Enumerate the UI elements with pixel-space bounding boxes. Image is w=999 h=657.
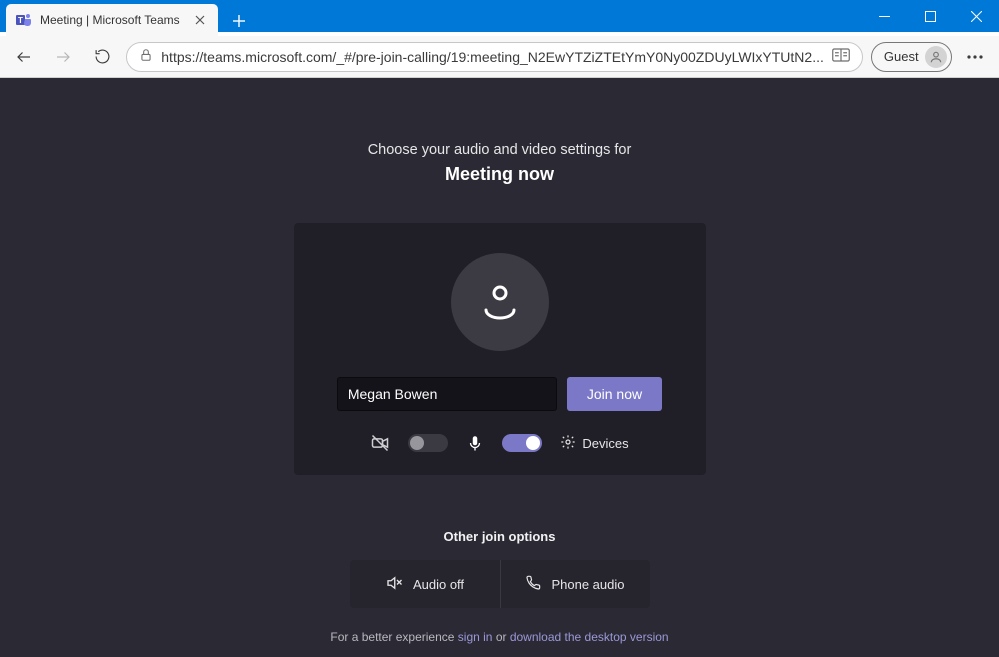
speaker-off-icon xyxy=(385,574,403,595)
profile-button[interactable]: Guest xyxy=(871,42,952,72)
other-options-row: Audio off Phone audio xyxy=(350,560,650,608)
download-link[interactable]: download the desktop version xyxy=(510,630,669,644)
tab-close-button[interactable] xyxy=(192,12,208,28)
subtitle-text: Choose your audio and video settings for xyxy=(368,142,632,158)
devices-label: Devices xyxy=(582,436,628,451)
gear-icon xyxy=(560,434,576,453)
address-bar[interactable]: https://teams.microsoft.com/_#/pre-join-… xyxy=(126,42,863,72)
window-maximize-button[interactable] xyxy=(907,0,953,32)
tab-title: Meeting | Microsoft Teams xyxy=(40,13,184,27)
forward-button[interactable] xyxy=(47,41,78,73)
teams-icon: T xyxy=(16,12,32,28)
reader-view-icon[interactable] xyxy=(832,48,850,65)
mic-icon xyxy=(466,434,484,452)
audio-off-option[interactable]: Audio off xyxy=(350,560,500,608)
sign-in-link[interactable]: sign in xyxy=(458,630,493,644)
other-options-title: Other join options xyxy=(444,529,556,544)
browser-toolbar: https://teams.microsoft.com/_#/pre-join-… xyxy=(0,36,999,78)
meeting-title: Meeting now xyxy=(445,164,554,185)
audio-off-label: Audio off xyxy=(413,577,464,592)
footer-text: For a better experience sign in or downl… xyxy=(330,630,668,644)
join-button[interactable]: Join now xyxy=(567,377,662,411)
refresh-button[interactable] xyxy=(87,41,118,73)
phone-icon xyxy=(525,575,541,594)
back-button[interactable] xyxy=(8,41,39,73)
window-close-button[interactable] xyxy=(953,0,999,32)
browser-menu-button[interactable] xyxy=(960,41,991,73)
window-minimize-button[interactable] xyxy=(861,0,907,32)
lock-icon xyxy=(139,48,153,65)
profile-label: Guest xyxy=(884,49,919,64)
camera-off-icon xyxy=(370,433,390,453)
browser-tab[interactable]: T Meeting | Microsoft Teams xyxy=(6,4,218,36)
avatar-placeholder xyxy=(451,253,549,351)
url-text: https://teams.microsoft.com/_#/pre-join-… xyxy=(161,49,824,65)
name-input[interactable] xyxy=(337,377,557,411)
prejoin-screen: Choose your audio and video settings for… xyxy=(0,78,999,657)
preview-card: Join now Devices xyxy=(294,223,706,475)
camera-toggle[interactable] xyxy=(408,434,448,452)
new-tab-button[interactable] xyxy=(224,6,254,36)
mic-toggle[interactable] xyxy=(502,434,542,452)
phone-audio-option[interactable]: Phone audio xyxy=(500,560,650,608)
avatar-icon xyxy=(925,46,947,68)
phone-audio-label: Phone audio xyxy=(551,577,624,592)
devices-button[interactable]: Devices xyxy=(560,434,628,453)
svg-text:T: T xyxy=(18,16,23,25)
